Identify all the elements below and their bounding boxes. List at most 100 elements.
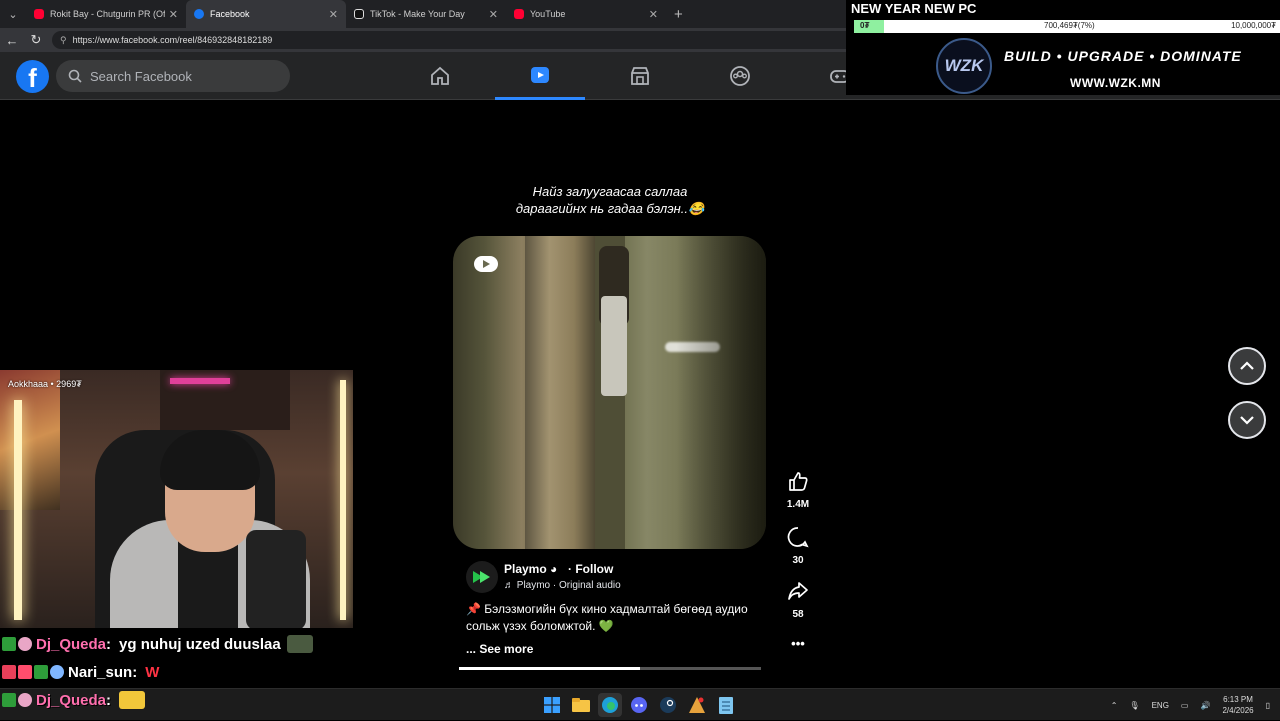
network-icon[interactable]: ▭ bbox=[1181, 701, 1189, 710]
author-name[interactable]: Playmo ◕ bbox=[504, 562, 557, 576]
like-icon bbox=[789, 472, 808, 491]
tab-title: Facebook bbox=[210, 9, 250, 19]
like-button[interactable]: 1.4M bbox=[778, 470, 818, 510]
webcam-scene bbox=[340, 380, 346, 620]
clock[interactable]: 6:13 PM 2/4/2026 bbox=[1222, 694, 1253, 716]
new-tab-icon[interactable]: + bbox=[674, 6, 683, 23]
site-info-icon[interactable]: ⚲ bbox=[60, 35, 67, 46]
next-reel-button[interactable] bbox=[1228, 401, 1266, 439]
tab-title: YouTube bbox=[530, 9, 566, 19]
more-options-icon[interactable]: ••• bbox=[778, 636, 818, 651]
comment-count: 30 bbox=[792, 555, 804, 566]
verified-icon: ◕ bbox=[550, 562, 558, 576]
like-count: 1.4M bbox=[786, 499, 810, 510]
edge-icon[interactable] bbox=[598, 693, 622, 717]
microphone-icon[interactable]: 🎙 bbox=[1129, 701, 1139, 710]
see-more-link[interactable]: ... See more bbox=[466, 642, 533, 656]
windows-taskbar: ⌃ 🎙 ENG ▭ 🔊 6:13 PM 2/4/2026 ▯ bbox=[0, 688, 1280, 720]
audio-link[interactable]: ♬ Playmo · Original audio bbox=[504, 580, 621, 591]
webcam-scene bbox=[246, 530, 306, 628]
share-icon bbox=[788, 582, 808, 600]
previous-reel-button[interactable] bbox=[1228, 347, 1266, 385]
chat-message: Nari_sun: W bbox=[2, 660, 159, 684]
author-avatar[interactable] bbox=[466, 561, 498, 593]
stream-promo-overlay: NEW YEAR NEW PC 0₮ 700,469₮(7%) 10,000,0… bbox=[846, 0, 1280, 95]
notepad-icon[interactable] bbox=[714, 693, 738, 717]
caption-line: дараагийнх нь гадаа бэлэн..😂 bbox=[515, 201, 705, 216]
back-icon[interactable]: ← bbox=[0, 33, 24, 48]
badge-icon bbox=[18, 693, 32, 707]
language-indicator[interactable]: ENG bbox=[1152, 701, 1169, 710]
chevron-up-icon[interactable]: ⌃ bbox=[1111, 701, 1118, 710]
chat-text: W bbox=[145, 663, 160, 681]
search-icon bbox=[68, 69, 82, 83]
url-field[interactable]: ⚲ https://www.facebook.com/reel/84693284… bbox=[52, 31, 912, 49]
youtube-icon bbox=[514, 9, 524, 19]
clock-date: 2/4/2026 bbox=[1222, 706, 1254, 715]
tab-youtube[interactable]: YouTube ✕ bbox=[506, 0, 666, 28]
chevron-down-icon bbox=[1240, 416, 1254, 425]
windows-start-icon[interactable] bbox=[540, 693, 564, 717]
snowflake-icon bbox=[50, 665, 64, 679]
search-input[interactable]: Search Facebook bbox=[56, 60, 290, 92]
webcam-scene bbox=[178, 540, 238, 628]
reel-progress-fill bbox=[459, 667, 641, 670]
chat-text: yg nuhuj uzed duuslaa bbox=[119, 635, 281, 653]
webcam-scene bbox=[170, 378, 230, 384]
volume-icon[interactable]: 🔊 bbox=[1200, 701, 1210, 710]
marketplace-icon bbox=[631, 67, 649, 85]
reel-description: 📌 Бэлэзмогийн бүх кино хадмалтай бөгөөд … bbox=[466, 602, 748, 633]
groups-icon bbox=[730, 66, 750, 86]
notifications-icon[interactable]: ▯ bbox=[1266, 701, 1270, 710]
chat-message: Dj_Queda: yg nuhuj uzed duuslaa bbox=[2, 632, 313, 656]
webcam-scene bbox=[14, 400, 22, 620]
chevron-up-icon bbox=[1240, 361, 1254, 370]
promo-site: WWW.WZK.MN bbox=[1070, 76, 1161, 90]
badge-icon bbox=[34, 665, 48, 679]
tab-title: Rokit Bay - Chutgurin PR (Official bbox=[50, 9, 165, 19]
taskbar-apps bbox=[540, 693, 743, 717]
reel-progress-bar[interactable] bbox=[459, 667, 761, 670]
comment-icon bbox=[787, 527, 809, 548]
emote-icon bbox=[119, 691, 146, 709]
follow-button[interactable]: · Follow bbox=[568, 562, 613, 576]
youtube-icon bbox=[34, 9, 44, 19]
badge-icon bbox=[18, 637, 32, 651]
heart-icon bbox=[18, 665, 32, 679]
promo-tagline: BUILD • UPGRADE • DOMINATE bbox=[1004, 48, 1242, 64]
tab-title: TikTok - Make Your Day bbox=[370, 9, 465, 19]
share-count: 58 bbox=[792, 609, 804, 620]
share-button[interactable]: 58 bbox=[778, 580, 818, 620]
tab-facebook[interactable]: Facebook ✕ bbox=[186, 0, 346, 28]
facebook-icon bbox=[194, 9, 204, 19]
close-tab-icon[interactable]: ✕ bbox=[489, 8, 498, 21]
facebook-logo[interactable]: f bbox=[16, 60, 49, 93]
system-tray: ⌃ 🎙 ENG ▭ 🔊 6:13 PM 2/4/2026 ▯ bbox=[1099, 689, 1270, 721]
reload-icon[interactable]: ↻ bbox=[24, 32, 48, 48]
tiktok-icon bbox=[354, 9, 364, 19]
nav-home[interactable] bbox=[395, 52, 485, 100]
reel-caption: Найз залуугаасаа саллаа дараагийнх нь га… bbox=[460, 183, 760, 217]
steam-icon[interactable] bbox=[656, 693, 680, 717]
video-frame-detail bbox=[525, 236, 595, 549]
close-tab-icon[interactable]: ✕ bbox=[329, 8, 338, 21]
nav-groups[interactable] bbox=[695, 52, 785, 100]
file-explorer-icon[interactable] bbox=[569, 693, 593, 717]
tab-tiktok[interactable]: TikTok - Make Your Day ✕ bbox=[346, 0, 506, 28]
close-tab-icon[interactable]: ✕ bbox=[169, 8, 178, 21]
tab-youtube-music[interactable]: Rokit Bay - Chutgurin PR (Official ✕ bbox=[26, 0, 186, 28]
game-launcher-icon[interactable] bbox=[685, 693, 709, 717]
reel-video[interactable] bbox=[453, 236, 766, 549]
discord-icon[interactable] bbox=[627, 693, 651, 717]
search-placeholder: Search Facebook bbox=[90, 68, 192, 84]
comment-button[interactable]: 30 bbox=[778, 526, 818, 566]
url-text: https://www.facebook.com/reel/8469328481… bbox=[72, 35, 273, 45]
nav-reels[interactable] bbox=[495, 52, 585, 100]
chat-username: Dj_Queda bbox=[36, 635, 107, 653]
nav-marketplace[interactable] bbox=[595, 52, 685, 100]
reels-badge-icon bbox=[473, 254, 499, 279]
close-tab-icon[interactable]: ✕ bbox=[649, 8, 658, 21]
tab-list-chevron-icon[interactable]: ⌄ bbox=[0, 0, 26, 28]
badge-icon bbox=[2, 693, 16, 707]
chat-username: Nari_sun bbox=[68, 663, 133, 681]
